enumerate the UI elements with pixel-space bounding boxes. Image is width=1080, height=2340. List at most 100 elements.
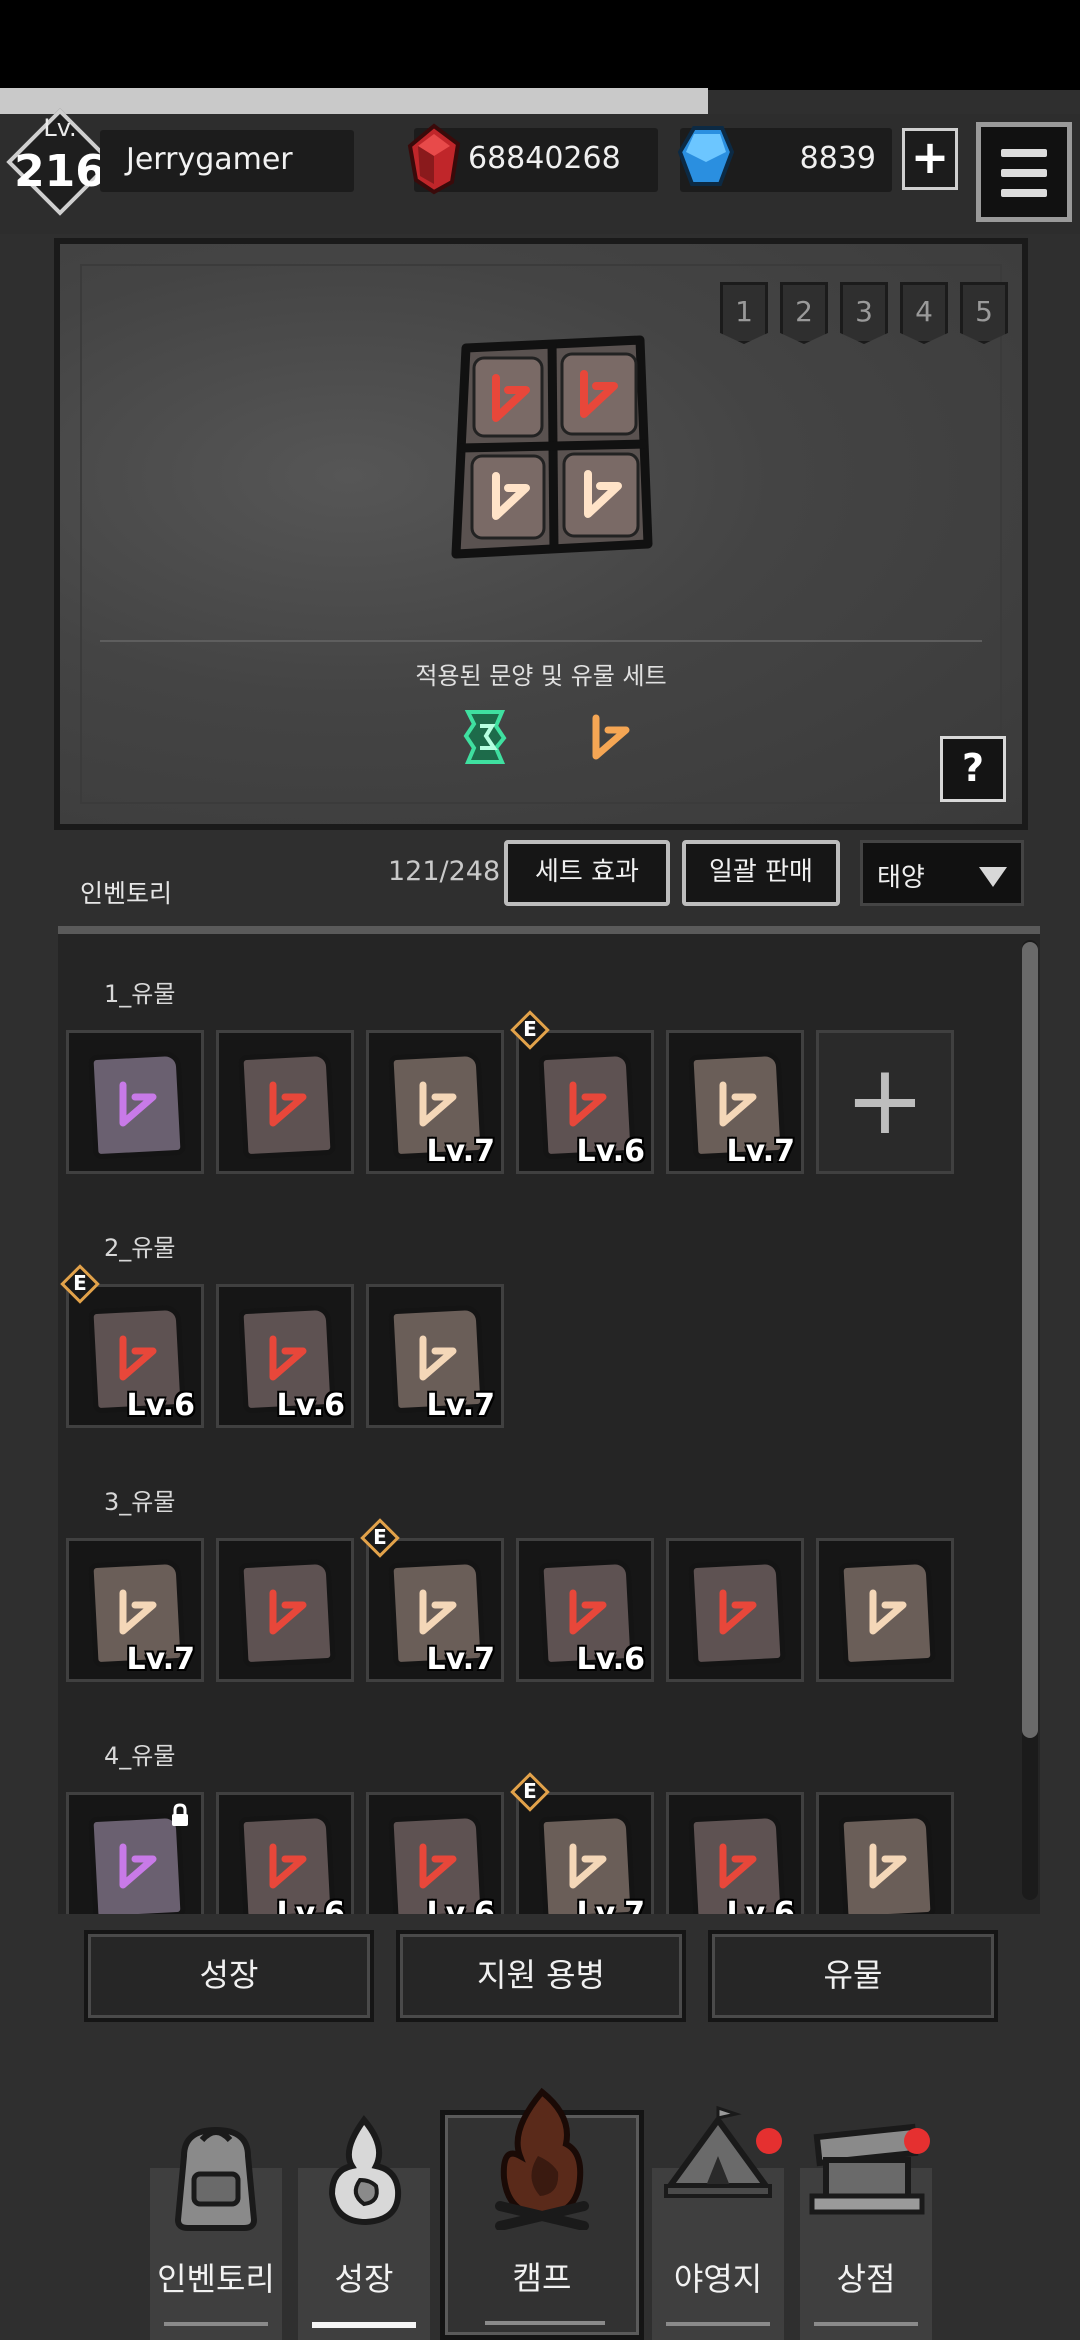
sort-value: 태양 xyxy=(877,863,925,893)
relic-item[interactable]: Lv.7 xyxy=(366,1538,504,1682)
equipped-badge: E xyxy=(60,1264,100,1304)
level-badge: Lv. 216 xyxy=(6,108,114,216)
green-rune-icon[interactable] xyxy=(456,704,516,768)
arrow-rune-icon xyxy=(869,1589,907,1635)
preset-tab-2[interactable]: 2 xyxy=(780,282,828,344)
inventory-title: 인벤토리 xyxy=(80,879,173,908)
scrollbar-thumb[interactable] xyxy=(1022,942,1038,1738)
level-prefix: Lv. xyxy=(43,114,77,142)
relic-item[interactable] xyxy=(816,1538,954,1682)
equipped-badge-label: E xyxy=(73,1271,87,1295)
arrow-rune-icon xyxy=(119,1589,157,1635)
player-name-box[interactable]: Jerrygamer xyxy=(100,130,354,192)
group-label: 4_유물 xyxy=(104,1742,176,1770)
relic-item[interactable]: Lv.7 xyxy=(366,1284,504,1428)
add-currency-button[interactable]: + xyxy=(902,128,958,190)
relic-item[interactable]: Lv.7 xyxy=(66,1538,204,1682)
arrow-rune-icon xyxy=(419,1843,457,1889)
arrow-rune-icon xyxy=(569,1589,607,1635)
flame-wisp-icon xyxy=(328,2115,402,2226)
arrow-rune-icon xyxy=(269,1843,307,1889)
relic-item[interactable] xyxy=(816,1792,954,1914)
preset-tab-1[interactable]: 1 xyxy=(720,282,768,344)
nav-camp-label: 캠프 xyxy=(512,2259,572,2297)
group-label: 3_유물 xyxy=(104,1488,176,1516)
relic-level: Lv.7 xyxy=(726,1134,796,1169)
arrow-rune-icon xyxy=(119,1843,157,1889)
arrow-rune-icon xyxy=(119,1335,157,1381)
arrow-rune-icon xyxy=(119,1081,157,1127)
preset-tab-3[interactable]: 3 xyxy=(840,282,888,344)
equipped-badge-label: E xyxy=(523,1779,537,1803)
red-gem-value: 68840268 xyxy=(468,141,621,176)
tab-relic[interactable]: 유물 xyxy=(708,1930,998,2022)
relic-board[interactable] xyxy=(444,330,656,566)
status-bar xyxy=(0,0,1080,90)
relic-item[interactable] xyxy=(66,1030,204,1174)
relic-level: Lv.7 xyxy=(426,1642,496,1677)
relic-item[interactable]: Lv.6 xyxy=(666,1792,804,1914)
bulk-sell-button[interactable]: 일괄 판매 xyxy=(682,840,840,906)
preset-tab-4[interactable]: 4 xyxy=(900,282,948,344)
blue-gem-icon xyxy=(677,126,735,186)
lock-icon xyxy=(172,1803,188,1826)
relic-item[interactable] xyxy=(216,1538,354,1682)
arrow-rune-icon xyxy=(269,1589,307,1635)
relic-item[interactable]: Lv.7 xyxy=(366,1030,504,1174)
relic-level: Lv.7 xyxy=(426,1134,496,1169)
relic-item[interactable]: Lv.6 xyxy=(516,1538,654,1682)
red-gem-icon xyxy=(407,123,461,195)
inventory-list[interactable]: 1_유물 Lv.7 Lv.6 E Lv.7 +2_유물 Lv.6 E Lv.6 Lv.7 3_유물 L… xyxy=(58,926,1040,1914)
equipped-badge: E xyxy=(360,1518,400,1558)
arrow-rune-icon xyxy=(419,1335,457,1381)
relic-level: Lv.6 xyxy=(276,1388,346,1423)
help-button[interactable]: ? xyxy=(940,736,1006,802)
arrow-rune-icon xyxy=(269,1335,307,1381)
menu-button[interactable] xyxy=(976,122,1072,222)
relic-level: Lv.6 xyxy=(576,1642,646,1677)
player-name: Jerrygamer xyxy=(126,142,293,177)
relic-level: Lv.6 xyxy=(276,1896,346,1914)
relic-item[interactable]: Lv.6 xyxy=(216,1284,354,1428)
relic-item[interactable]: Lv.6 xyxy=(216,1792,354,1914)
relic-item[interactable]: Lv.6 xyxy=(516,1030,654,1174)
arrow-rune-icon xyxy=(719,1589,757,1635)
relic-level: Lv.6 xyxy=(426,1896,496,1914)
chevron-down-icon xyxy=(979,867,1007,887)
equipped-badge: E xyxy=(510,1010,550,1050)
arrow-rune-icon xyxy=(419,1589,457,1635)
group-label: 1_유물 xyxy=(104,980,176,1008)
tent-icon xyxy=(664,2105,772,2198)
tab-growth[interactable]: 성장 xyxy=(84,1930,374,2022)
sort-dropdown[interactable]: 태양 xyxy=(860,840,1024,906)
arrow-rune-icon xyxy=(269,1081,307,1127)
applied-set-label: 적용된 문양 및 유물 세트 xyxy=(415,662,667,690)
relic-item[interactable] xyxy=(66,1792,204,1914)
red-gem-counter: 68840268 xyxy=(407,123,658,195)
relic-item[interactable]: Lv.6 xyxy=(66,1284,204,1428)
blue-gem-value: 8839 xyxy=(799,141,876,176)
orange-arrow-rune-icon[interactable] xyxy=(580,704,640,768)
shop-notification-dot xyxy=(904,2128,930,2154)
relic-item[interactable] xyxy=(216,1030,354,1174)
set-effect-button[interactable]: 세트 효과 xyxy=(504,840,670,906)
equipped-badge: E xyxy=(510,1772,550,1812)
relic-item[interactable]: Lv.6 xyxy=(366,1792,504,1914)
equipped-badge-label: E xyxy=(373,1525,387,1549)
inventory-count: 121/248 xyxy=(388,856,501,887)
campsite-notification-dot xyxy=(756,2128,782,2154)
relic-item[interactable] xyxy=(666,1538,804,1682)
level-number: 216 xyxy=(14,146,106,197)
group-label: 2_유물 xyxy=(104,1234,176,1262)
backpack-icon xyxy=(174,2126,258,2231)
preset-tabs: 1 2 3 4 5 xyxy=(720,282,1008,344)
relic-level: Lv.6 xyxy=(576,1134,646,1169)
menu-icon xyxy=(1001,149,1047,157)
relic-item[interactable]: Lv.7 xyxy=(666,1030,804,1174)
tab-support-mercenary[interactable]: 지원 용병 xyxy=(396,1930,686,2022)
arrow-rune-icon xyxy=(569,1081,607,1127)
campfire-icon xyxy=(495,2087,589,2230)
preset-tab-5[interactable]: 5 xyxy=(960,282,1008,344)
arrow-rune-icon xyxy=(719,1081,757,1127)
add-relic-slot[interactable]: + xyxy=(816,1030,954,1174)
